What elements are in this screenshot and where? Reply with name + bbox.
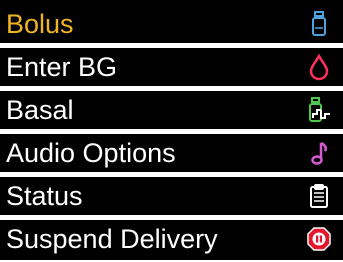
music-note-icon [305, 139, 333, 167]
menu-item-enter-bg[interactable]: Enter BG [0, 48, 343, 86]
pause-octagon-icon [305, 225, 333, 253]
vial-icon [305, 10, 333, 38]
main-menu: Bolus Enter BG Basal Audio Options Statu… [0, 5, 343, 260]
menu-item-label: Status [6, 181, 83, 211]
clipboard-icon [305, 182, 333, 210]
menu-item-label: Suspend Delivery [6, 224, 218, 254]
menu-item-audio-options[interactable]: Audio Options [0, 134, 343, 172]
pump-menu-screen: Bolus Enter BG Basal Audio Options Statu… [0, 0, 343, 262]
menu-item-suspend-delivery[interactable]: Suspend Delivery [0, 220, 343, 260]
menu-item-bolus[interactable]: Bolus [0, 5, 343, 43]
menu-item-label: Basal [6, 95, 74, 125]
menu-item-label: Audio Options [6, 138, 176, 168]
menu-item-label: Bolus [6, 9, 74, 39]
menu-item-basal[interactable]: Basal [0, 91, 343, 129]
blood-drop-icon [305, 53, 333, 81]
menu-item-status[interactable]: Status [0, 177, 343, 215]
menu-item-label: Enter BG [6, 52, 118, 82]
basal-vial-icon [305, 96, 333, 124]
